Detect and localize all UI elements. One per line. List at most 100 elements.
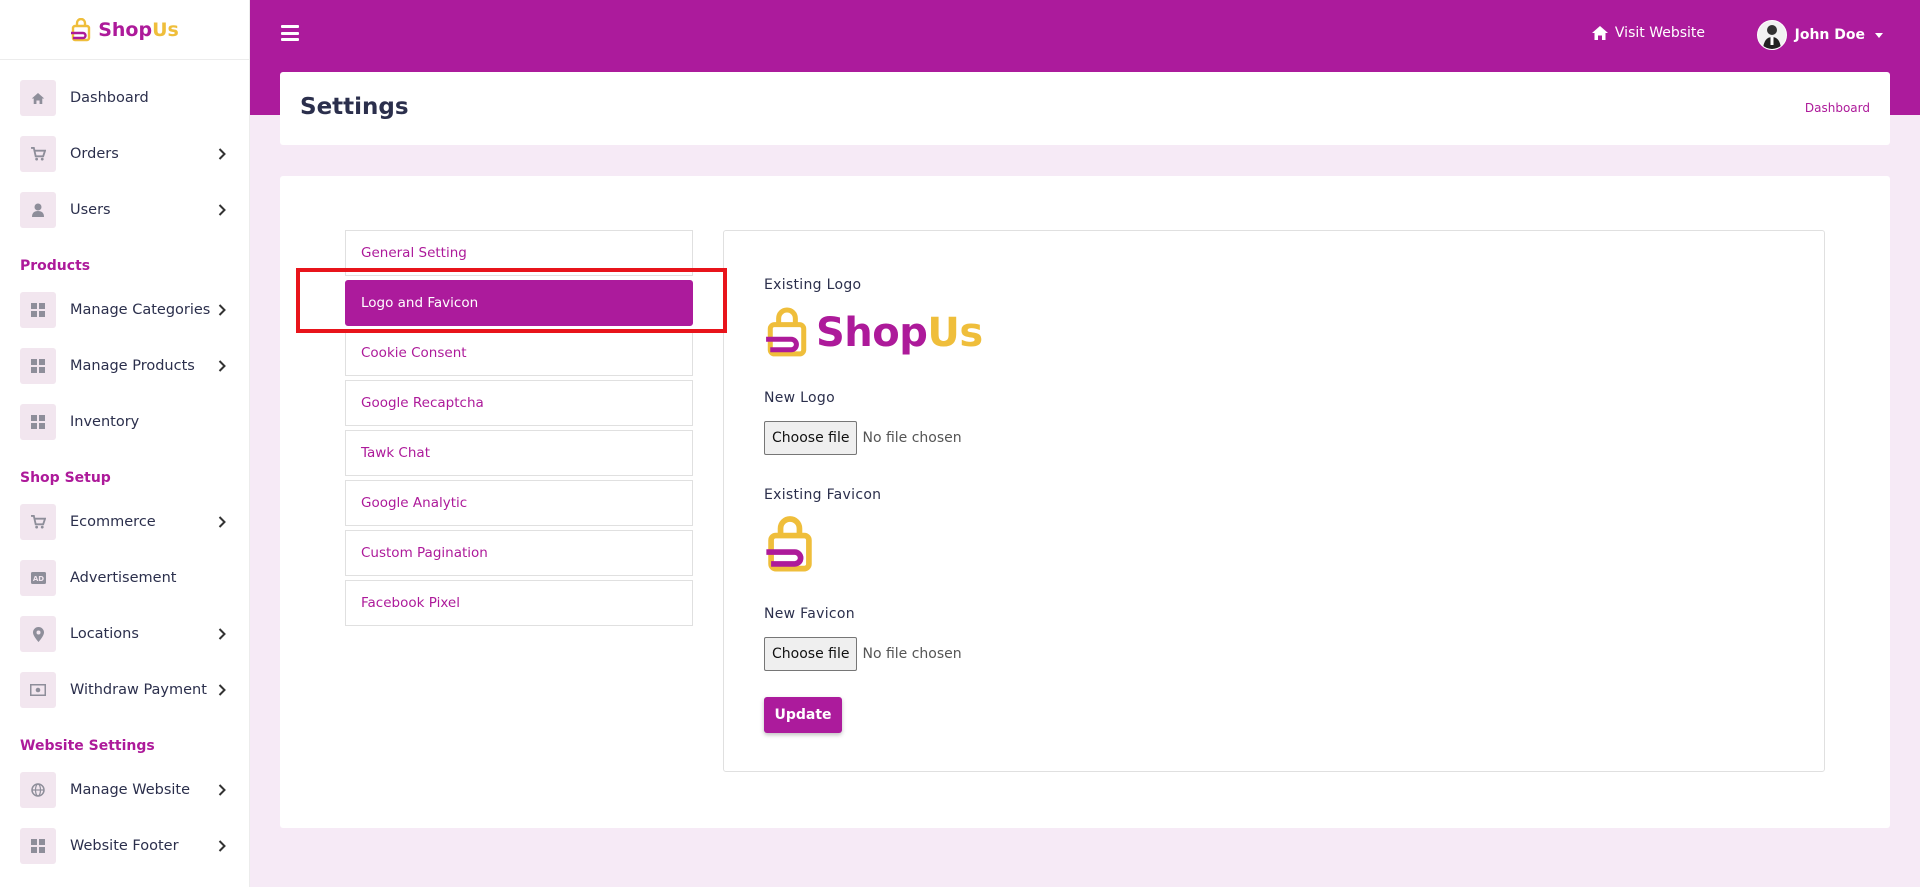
visit-website-label: Visit Website (1614, 25, 1705, 41)
chevron-slot (215, 784, 229, 796)
shopping-bag-icon (71, 17, 91, 41)
existing-logo-label: Existing Logo (764, 277, 862, 293)
chevron-slot (215, 840, 229, 852)
chevron-slot (215, 204, 229, 216)
sidebar-item-label: Ecommerce (70, 514, 156, 530)
globe-icon (20, 772, 56, 808)
sidebar-item-label: Dashboard (70, 90, 149, 106)
update-button[interactable]: Update (764, 697, 842, 733)
logo-file-status: No file chosen (862, 430, 962, 446)
chevron-slot (215, 684, 229, 696)
sidebar-item-website-footer[interactable]: Website Footer (0, 818, 249, 874)
map-pin-icon (20, 616, 56, 652)
page-title: Settings (300, 94, 409, 120)
sidebar-section-products: Products (20, 258, 91, 274)
user-menu[interactable]: John Doe (1756, 20, 1883, 50)
tab-google-analytic[interactable]: Google Analytic (345, 480, 693, 526)
new-favicon-label: New Favicon (764, 606, 855, 622)
existing-favicon-image (764, 516, 983, 578)
shopping-bag-icon (766, 516, 812, 572)
sidebar-item-dashboard[interactable]: Dashboard (0, 70, 249, 126)
chevron-right-icon (218, 684, 226, 696)
avatar (1756, 20, 1787, 50)
grid-icon (20, 828, 56, 864)
choose-favicon-file-button[interactable]: Choose file (764, 637, 858, 671)
tab-general-setting[interactable]: General Setting (345, 230, 693, 276)
user-name: John Doe (1794, 27, 1865, 43)
existing-favicon-label: Existing Favicon (764, 487, 882, 503)
tab-google-recaptcha[interactable]: Google Recaptcha (345, 380, 693, 426)
chevron-slot (215, 628, 229, 640)
sidebar-item-advertisement[interactable]: AD Advertisement (0, 550, 249, 606)
chevron-slot (215, 516, 229, 528)
grid-icon (20, 292, 56, 328)
sidebar-item-label: Inventory (70, 414, 140, 430)
sidebar-section-shop-setup: Shop Setup (20, 470, 111, 486)
sidebar-item-orders[interactable]: Orders (0, 126, 249, 182)
sidebar-item-label: Manage Categories (70, 302, 211, 318)
tab-facebook-pixel[interactable]: Facebook Pixel (345, 580, 693, 626)
choose-logo-file-button[interactable]: Choose file (764, 421, 858, 455)
chevron-right-icon (218, 360, 226, 372)
sidebar-item-ecommerce[interactable]: Ecommerce (0, 494, 249, 550)
sidebar-item-label: Withdraw Payment (70, 682, 207, 698)
tab-cookie-consent[interactable]: Cookie Consent (345, 330, 693, 376)
favicon-file-status: No file chosen (862, 646, 962, 662)
sidebar-item-label: Orders (70, 146, 119, 162)
sidebar-item-label: Users (70, 202, 111, 218)
chevron-right-icon (218, 148, 226, 160)
user-icon (20, 192, 56, 228)
sidebar-section-website-settings: Website Settings (20, 738, 155, 754)
caret-down-icon (1875, 32, 1883, 38)
sidebar-item-withdraw-payment[interactable]: Withdraw Payment (0, 662, 249, 718)
sidebar-nav: Dashboard Orders Users Products Manage Categ… (0, 60, 249, 874)
new-logo-label: New Logo (764, 390, 835, 406)
cart-icon (20, 504, 56, 540)
home-icon (20, 80, 56, 116)
sidebar-item-manage-website[interactable]: Manage Website (0, 762, 249, 818)
money-icon (20, 672, 56, 708)
grid-icon (20, 404, 56, 440)
logo-favicon-form: Existing Logo ShopUs New Logo Choose fil… (723, 230, 1825, 772)
sidebar-item-label: Manage Website (70, 782, 191, 798)
sidebar-item-manage-products[interactable]: Manage Products (0, 338, 249, 394)
sidebar: ShopUs Dashboard Orders Users Products Manag… (0, 0, 250, 887)
tab-logo-and-favicon[interactable]: Logo and Favicon (345, 280, 693, 326)
visit-website-link[interactable]: Visit Website (1591, 25, 1705, 41)
shopping-bag-icon (766, 307, 807, 357)
sidebar-item-label: Manage Products (70, 358, 195, 374)
sidebar-item-label: Website Footer (70, 838, 179, 854)
chevron-right-icon (218, 784, 226, 796)
chevron-right-icon (218, 304, 226, 316)
cart-icon (20, 136, 56, 172)
existing-logo-image: ShopUs (764, 306, 983, 360)
chevron-slot (215, 360, 229, 372)
sidebar-item-manage-categories[interactable]: Manage Categories (0, 282, 249, 338)
menu-toggle-icon[interactable] (281, 25, 299, 41)
sidebar-item-inventory[interactable]: Inventory (0, 394, 249, 450)
sidebar-item-label: Locations (70, 626, 139, 642)
brand-logo[interactable]: ShopUs (0, 0, 249, 60)
home-icon (1591, 26, 1608, 40)
new-logo-file-input[interactable]: Choose file No file chosen (764, 421, 983, 455)
sidebar-item-label: Advertisement (70, 570, 177, 586)
chevron-right-icon (218, 204, 226, 216)
ad-icon: AD (20, 560, 56, 596)
settings-tabs: General Setting Logo and Favicon Cookie Co… (345, 230, 693, 630)
tab-tawk-chat[interactable]: Tawk Chat (345, 430, 693, 476)
grid-icon (20, 348, 56, 384)
new-favicon-file-input[interactable]: Choose file No file chosen (764, 637, 983, 671)
tab-custom-pagination[interactable]: Custom Pagination (345, 530, 693, 576)
page-header: Settings Dashboard (280, 72, 1890, 145)
chevron-slot (215, 304, 229, 316)
svg-text:AD: AD (32, 575, 43, 583)
chevron-right-icon (218, 628, 226, 640)
chevron-right-icon (218, 516, 226, 528)
sidebar-item-users[interactable]: Users (0, 182, 249, 238)
settings-card: General Setting Logo and Favicon Cookie Co… (280, 176, 1890, 828)
chevron-right-icon (218, 840, 226, 852)
breadcrumb-dashboard[interactable]: Dashboard (1805, 101, 1870, 115)
chevron-slot (215, 148, 229, 160)
brand-name: ShopUs (98, 18, 179, 41)
sidebar-item-locations[interactable]: Locations (0, 606, 249, 662)
